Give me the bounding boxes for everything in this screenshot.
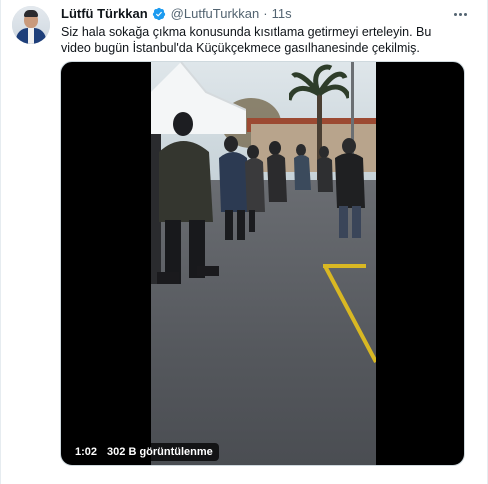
- display-name[interactable]: Lütfü Türkkan: [61, 6, 148, 22]
- parking-line-image: [323, 264, 376, 363]
- user-handle[interactable]: @LutfuTurkkan: [171, 6, 260, 22]
- tweet-header: Lütfü Türkkan @LutfuTurkkan · 11s: [61, 6, 292, 22]
- video-info-badge: 1:02 302 B görüntülenme: [69, 443, 219, 461]
- tweet-card[interactable]: Lütfü Türkkan @LutfuTurkkan · 11s Siz ha…: [0, 0, 488, 484]
- more-horizontal-icon[interactable]: [451, 6, 469, 22]
- tweet-text: Siz hala sokağa çıkma konusunda kısıtlam…: [61, 25, 432, 55]
- avatar[interactable]: [12, 6, 50, 44]
- video-frame[interactable]: [151, 62, 376, 465]
- video-duration: 1:02: [75, 446, 98, 458]
- video-view-count: 302 B görüntülenme: [107, 446, 213, 458]
- verified-badge-icon: [152, 7, 166, 21]
- tweet-timestamp[interactable]: 11s: [272, 6, 292, 22]
- separator-dot: ·: [263, 6, 268, 21]
- video-player[interactable]: 1:02 302 B görüntülenme: [60, 61, 465, 466]
